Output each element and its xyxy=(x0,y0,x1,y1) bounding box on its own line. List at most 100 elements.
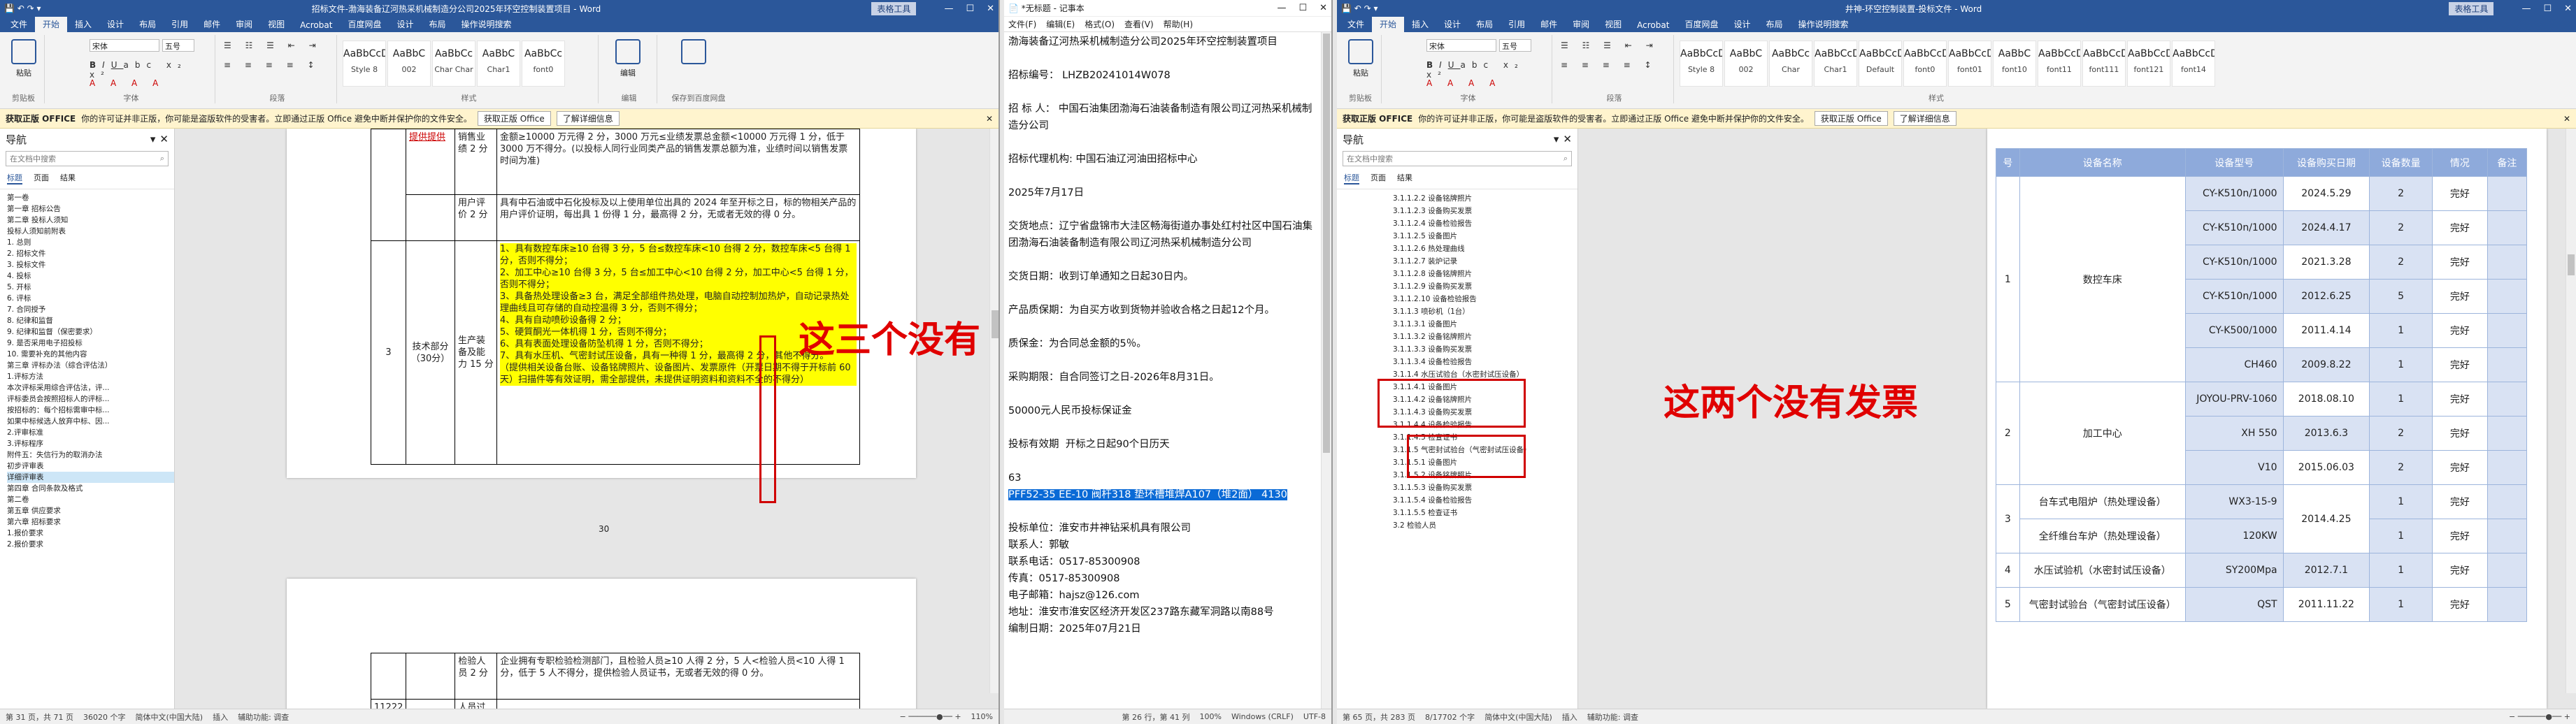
nav-tab-headings[interactable]: 标题 xyxy=(7,172,22,184)
nav-heading-item[interactable]: 附件五：失信行为的取消办法 xyxy=(7,449,174,461)
close-icon[interactable]: ✕ xyxy=(987,3,994,14)
nav-heading-item[interactable]: 1.评标方法 xyxy=(7,371,174,382)
tab-mailings[interactable]: 邮件 xyxy=(1533,17,1565,32)
nav-heading-item[interactable]: 3.1.1.5.5 检查证书 xyxy=(1393,507,1577,519)
font-format-buttons[interactable]: BIUabc x₂ x² xyxy=(90,60,215,80)
maximize-icon[interactable]: ☐ xyxy=(1298,3,1307,13)
style-item[interactable]: AaBbCcDcStyle 8 xyxy=(343,41,386,87)
nav-heading-item[interactable]: 3.1.1.3.4 设备检验报告 xyxy=(1393,356,1577,368)
nav-heading-item[interactable]: 按招标的：每个招标需审中标... xyxy=(7,405,174,416)
font-color-buttons[interactable]: A A A A xyxy=(1426,78,1501,88)
close-notice-icon[interactable]: ✕ xyxy=(2563,114,2570,124)
style-item[interactable]: AaBbC 002 xyxy=(1724,41,1768,87)
nav-heading-item[interactable]: 本次评标采用综合评估法，评... xyxy=(7,382,174,393)
tab-insert[interactable]: 插入 xyxy=(67,17,99,32)
nav-close-icon[interactable]: ✕ xyxy=(1563,133,1572,145)
style-item[interactable]: AaBbCcD font111 xyxy=(2082,41,2126,87)
nav-heading-item[interactable]: 第五章 供应要求 xyxy=(7,505,174,516)
nav-heading-item[interactable]: 3.评标程序 xyxy=(7,438,174,449)
nav-menu-icon[interactable]: ▾ xyxy=(1554,133,1559,145)
nav-heading-item[interactable]: 7. 合同授予 xyxy=(7,304,174,315)
style-item[interactable]: AaBbC Char1 xyxy=(477,41,520,87)
nav-heading-item[interactable]: 9. 纪律和监督（保密要求） xyxy=(7,326,174,338)
font-name-box[interactable]: 宋体 xyxy=(90,39,159,52)
nav-heading-item[interactable]: 8. 纪律和监督 xyxy=(7,315,174,326)
tell-me-search[interactable]: 操作说明搜索 xyxy=(1790,17,1856,32)
text-editor[interactable]: 渤海装备辽河热采机械制造分公司2025年环空控制装置项目 招标编号： LHZB2… xyxy=(1004,32,1320,709)
close-notice-icon[interactable]: ✕ xyxy=(986,114,993,124)
nav-heading-item[interactable]: 1.报价要求 xyxy=(7,528,174,539)
minimize-icon[interactable]: — xyxy=(2521,3,2531,14)
nav-close-icon[interactable]: ✕ xyxy=(159,133,169,145)
font-name-box[interactable]: 宋体 xyxy=(1426,39,1496,52)
nav-heading-item[interactable]: 第三章 评标办法（综合评估法） xyxy=(7,360,174,371)
nav-heading-item[interactable]: 3.1.1.2.6 热处理曲线 xyxy=(1393,242,1577,255)
nav-heading-item[interactable]: 3.1.1.2.3 设备购买发票 xyxy=(1393,205,1577,217)
tab-design[interactable]: 设计 xyxy=(99,17,131,32)
menu-help[interactable]: 帮助(H) xyxy=(1164,18,1193,30)
nav-heading-item[interactable]: 3.1.1.3 喷砂机（1台） xyxy=(1393,305,1577,318)
nav-heading-item[interactable]: 第六章 招标要求 xyxy=(7,516,174,528)
style-item[interactable]: AaBbC 002 xyxy=(387,41,431,87)
font-format-buttons[interactable]: BIUabc x₂ x² xyxy=(1426,60,1552,80)
tab-layout[interactable]: 布局 xyxy=(1468,17,1501,32)
page-count[interactable]: 第 65 页，共 283 页 xyxy=(1343,711,1415,723)
nav-heading-item[interactable]: 3.1.1.5.3 设备购买发票 xyxy=(1393,482,1577,494)
nav-heading-item[interactable]: 10. 需要补充的其他内容 xyxy=(7,349,174,360)
style-item[interactable]: AaBbCc Char Char xyxy=(432,41,475,87)
word-count[interactable]: 36020 个字 xyxy=(83,711,126,723)
nav-heading-item[interactable]: 3.1.1.2.9 设备购买发票 xyxy=(1393,280,1577,293)
nav-heading-item[interactable]: 评标委员会按照招标人的评标... xyxy=(7,393,174,405)
tab-references[interactable]: 引用 xyxy=(164,17,196,32)
tab-layout[interactable]: 布局 xyxy=(131,17,164,32)
style-item[interactable]: AaBbCcD font121 xyxy=(2127,41,2170,87)
learn-more-button[interactable]: 了解详细信息 xyxy=(1893,111,1956,126)
language[interactable]: 简体中文(中国大陆) xyxy=(135,711,203,723)
list-buttons[interactable]: ☰ ☷ ☰ ⇤ ⇥ xyxy=(224,41,322,50)
nav-heading-item[interactable]: 初步评审表 xyxy=(7,461,174,472)
nav-search-input[interactable]: 在文档中搜索 ⌕ xyxy=(1343,151,1572,166)
nav-heading-item[interactable]: 5. 开标 xyxy=(7,282,174,293)
nav-heading-item[interactable]: 3.1.1.5.4 设备检验报告 xyxy=(1393,494,1577,507)
style-item[interactable]: AaBbCcD font0 xyxy=(1903,41,1947,87)
close-icon[interactable]: ✕ xyxy=(2564,3,2572,14)
vertical-scrollbar[interactable] xyxy=(2566,129,2576,693)
nav-heading-item[interactable]: 6. 评标 xyxy=(7,293,174,304)
tab-view[interactable]: 视图 xyxy=(1597,17,1629,32)
tab-mailings[interactable]: 邮件 xyxy=(196,17,228,32)
tell-me-search[interactable]: 操作说明搜索 xyxy=(453,17,519,32)
menu-edit[interactable]: 编辑(E) xyxy=(1046,18,1075,30)
nav-heading-item[interactable]: 如果中标候选人放弃中标、因... xyxy=(7,416,174,427)
learn-more-button[interactable]: 了解详细信息 xyxy=(556,111,620,126)
nav-heading-item[interactable]: 第二章 投标人须知 xyxy=(7,215,174,226)
nav-heading-item[interactable]: 2.报价要求 xyxy=(7,539,174,550)
accessibility[interactable]: 辅助功能: 调查 xyxy=(238,711,289,723)
zoom-slider[interactable]: − ──────●── + xyxy=(900,712,961,721)
nav-heading-item[interactable]: 第一卷 xyxy=(7,192,174,203)
accessibility[interactable]: 辅助功能: 调查 xyxy=(1587,711,1638,723)
menu-view[interactable]: 查看(V) xyxy=(1124,18,1154,30)
page-count[interactable]: 第 31 页，共 71 页 xyxy=(6,711,73,723)
tab-baidu[interactable]: 百度网盘 xyxy=(340,17,389,32)
insert-mode[interactable]: 插入 xyxy=(213,711,228,723)
menu-format[interactable]: 格式(O) xyxy=(1085,18,1115,30)
nav-heading-item[interactable]: 详细评审表 xyxy=(7,472,174,483)
nav-tab-pages[interactable]: 页面 xyxy=(1371,172,1386,184)
close-icon[interactable]: ✕ xyxy=(1319,3,1327,13)
nav-heading-item[interactable]: 3.1.1.2.5 设备图片 xyxy=(1393,230,1577,242)
nav-heading-item[interactable]: 2.评审标准 xyxy=(7,427,174,438)
nav-heading-item[interactable]: 投标人须知前附表 xyxy=(7,226,174,237)
list-buttons[interactable]: ☰ ☷ ☰ ⇤ ⇥ xyxy=(1561,41,1659,50)
align-buttons[interactable]: ≡ ≡ ≡ ≡ ↕ xyxy=(1561,60,1657,70)
nav-heading-item[interactable]: 3.1.1.2.7 装炉记录 xyxy=(1393,255,1577,268)
nav-heading-item[interactable]: 4. 投标 xyxy=(7,270,174,282)
nav-heading-item[interactable]: 3.2 检验人员 xyxy=(1393,519,1577,532)
nav-heading-item[interactable]: 3.1.1.2.2 设备铭牌照片 xyxy=(1393,192,1577,205)
style-item[interactable]: AaBbCcD Default xyxy=(1859,41,1902,87)
nav-heading-item[interactable]: 1. 总则 xyxy=(7,237,174,248)
tab-acrobat[interactable]: Acrobat xyxy=(1629,18,1677,32)
maximize-icon[interactable]: ☐ xyxy=(966,3,974,14)
nav-heading-item[interactable]: 3. 投标文件 xyxy=(7,259,174,270)
paste-button[interactable]: 粘贴 xyxy=(4,39,43,78)
align-buttons[interactable]: ≡ ≡ ≡ ≡ ↕ xyxy=(224,60,320,70)
